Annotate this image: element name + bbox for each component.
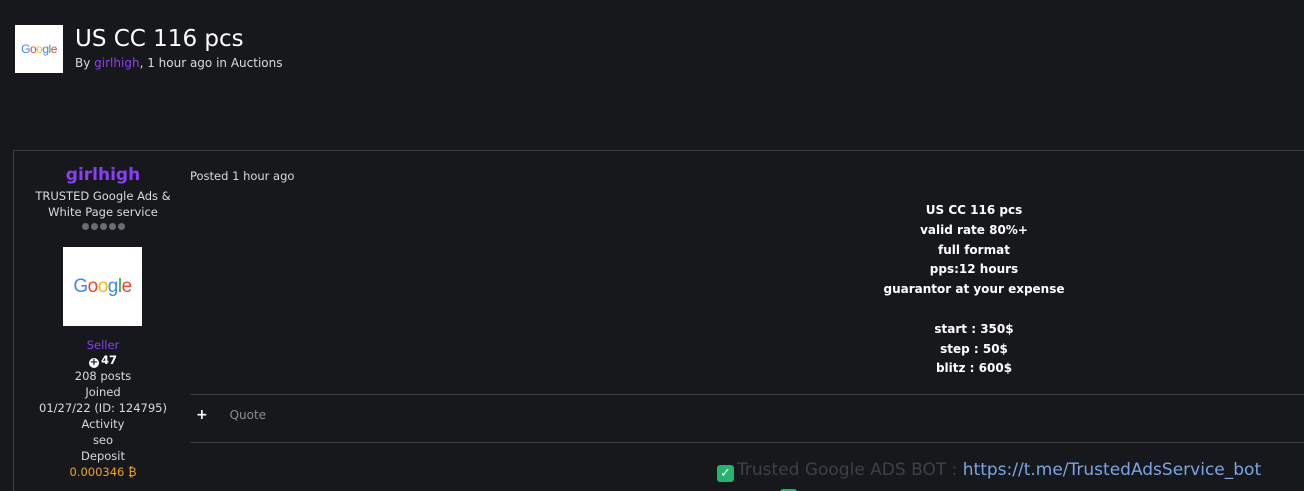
post-line: step : 50$ <box>940 341 1008 356</box>
page-title: US CC 116 pcs <box>75 26 244 52</box>
author-name-link[interactable]: girlhigh <box>14 165 192 185</box>
check-mark-icon: ✓ <box>717 465 734 482</box>
post: girlhigh TRUSTED Google Ads & White Page… <box>13 150 1304 491</box>
plus-circle-icon: + <box>88 357 99 368</box>
activity-value: seo <box>92 433 114 447</box>
forum-link[interactable]: Auctions <box>231 56 283 70</box>
reputation: +47 <box>14 353 192 368</box>
author-avatar[interactable]: Google <box>63 247 142 326</box>
rank-pips <box>14 223 192 230</box>
rank-pip-icon <box>117 223 125 230</box>
posted-time: Posted 1 hour ago <box>190 169 295 183</box>
topic-author-avatar[interactable]: Google <box>15 25 63 73</box>
topic-time: , 1 hour ago in <box>139 56 228 70</box>
author-title: TRUSTED Google Ads & White Page service <box>35 189 171 219</box>
divider <box>190 442 1304 443</box>
divider <box>190 394 1304 395</box>
post-actions: + Quote <box>196 407 266 423</box>
signature-text: Trusted Google ADS BOT : <box>737 460 963 480</box>
post-line: guarantor at your expense <box>883 282 1065 297</box>
google-logo-icon: Google <box>21 42 57 56</box>
post-line: full format <box>938 242 1010 257</box>
activity-label: Activity <box>81 417 125 431</box>
reputation-value: 47 <box>100 353 117 367</box>
rank-pip-icon <box>90 223 98 230</box>
quote-button[interactable]: Quote <box>230 408 266 422</box>
rank-pip-icon <box>81 223 89 230</box>
post-line <box>190 300 1304 320</box>
forum-topic-page: Google US CC 116 pcs By girlhigh, 1 hour… <box>0 0 1304 491</box>
signature: ✓ Trusted Google ADS BOT : https://t.me/T… <box>717 460 1261 482</box>
joined-label: Joined <box>85 385 121 399</box>
post-line: blitz : 600$ <box>935 361 1013 376</box>
post-line: US CC 116 pcs <box>925 203 1023 217</box>
post-line: pps:12 hours <box>929 262 1019 277</box>
post-count: 208 posts <box>74 369 132 383</box>
rank-pip-icon <box>108 223 116 230</box>
rank-pip-icon <box>99 223 107 230</box>
topic-meta: By girlhigh, 1 hour ago in Auctions <box>75 56 283 70</box>
signature-link[interactable]: https://t.me/TrustedAdsService_bot <box>963 460 1261 480</box>
post-body: US CC 116 pcs valid rate 80%+ full forma… <box>190 201 1304 379</box>
multiquote-plus-icon[interactable]: + <box>196 407 208 423</box>
deposit-label: Deposit <box>81 449 125 463</box>
post-line: start : 350$ <box>934 321 1014 336</box>
deposit-value: 0.000346 ₿ <box>69 465 137 479</box>
joined-value: 01/27/22 (ID: 124795) <box>39 401 167 415</box>
member-group: Seller <box>86 338 120 352</box>
post-content: Posted 1 hour ago US CC 116 pcs valid ra… <box>190 151 1304 491</box>
by-label: By <box>75 56 91 70</box>
google-logo-icon: Google <box>73 275 132 297</box>
topic-author-link[interactable]: girlhigh <box>94 56 139 70</box>
post-line: valid rate 80%+ <box>920 222 1028 237</box>
